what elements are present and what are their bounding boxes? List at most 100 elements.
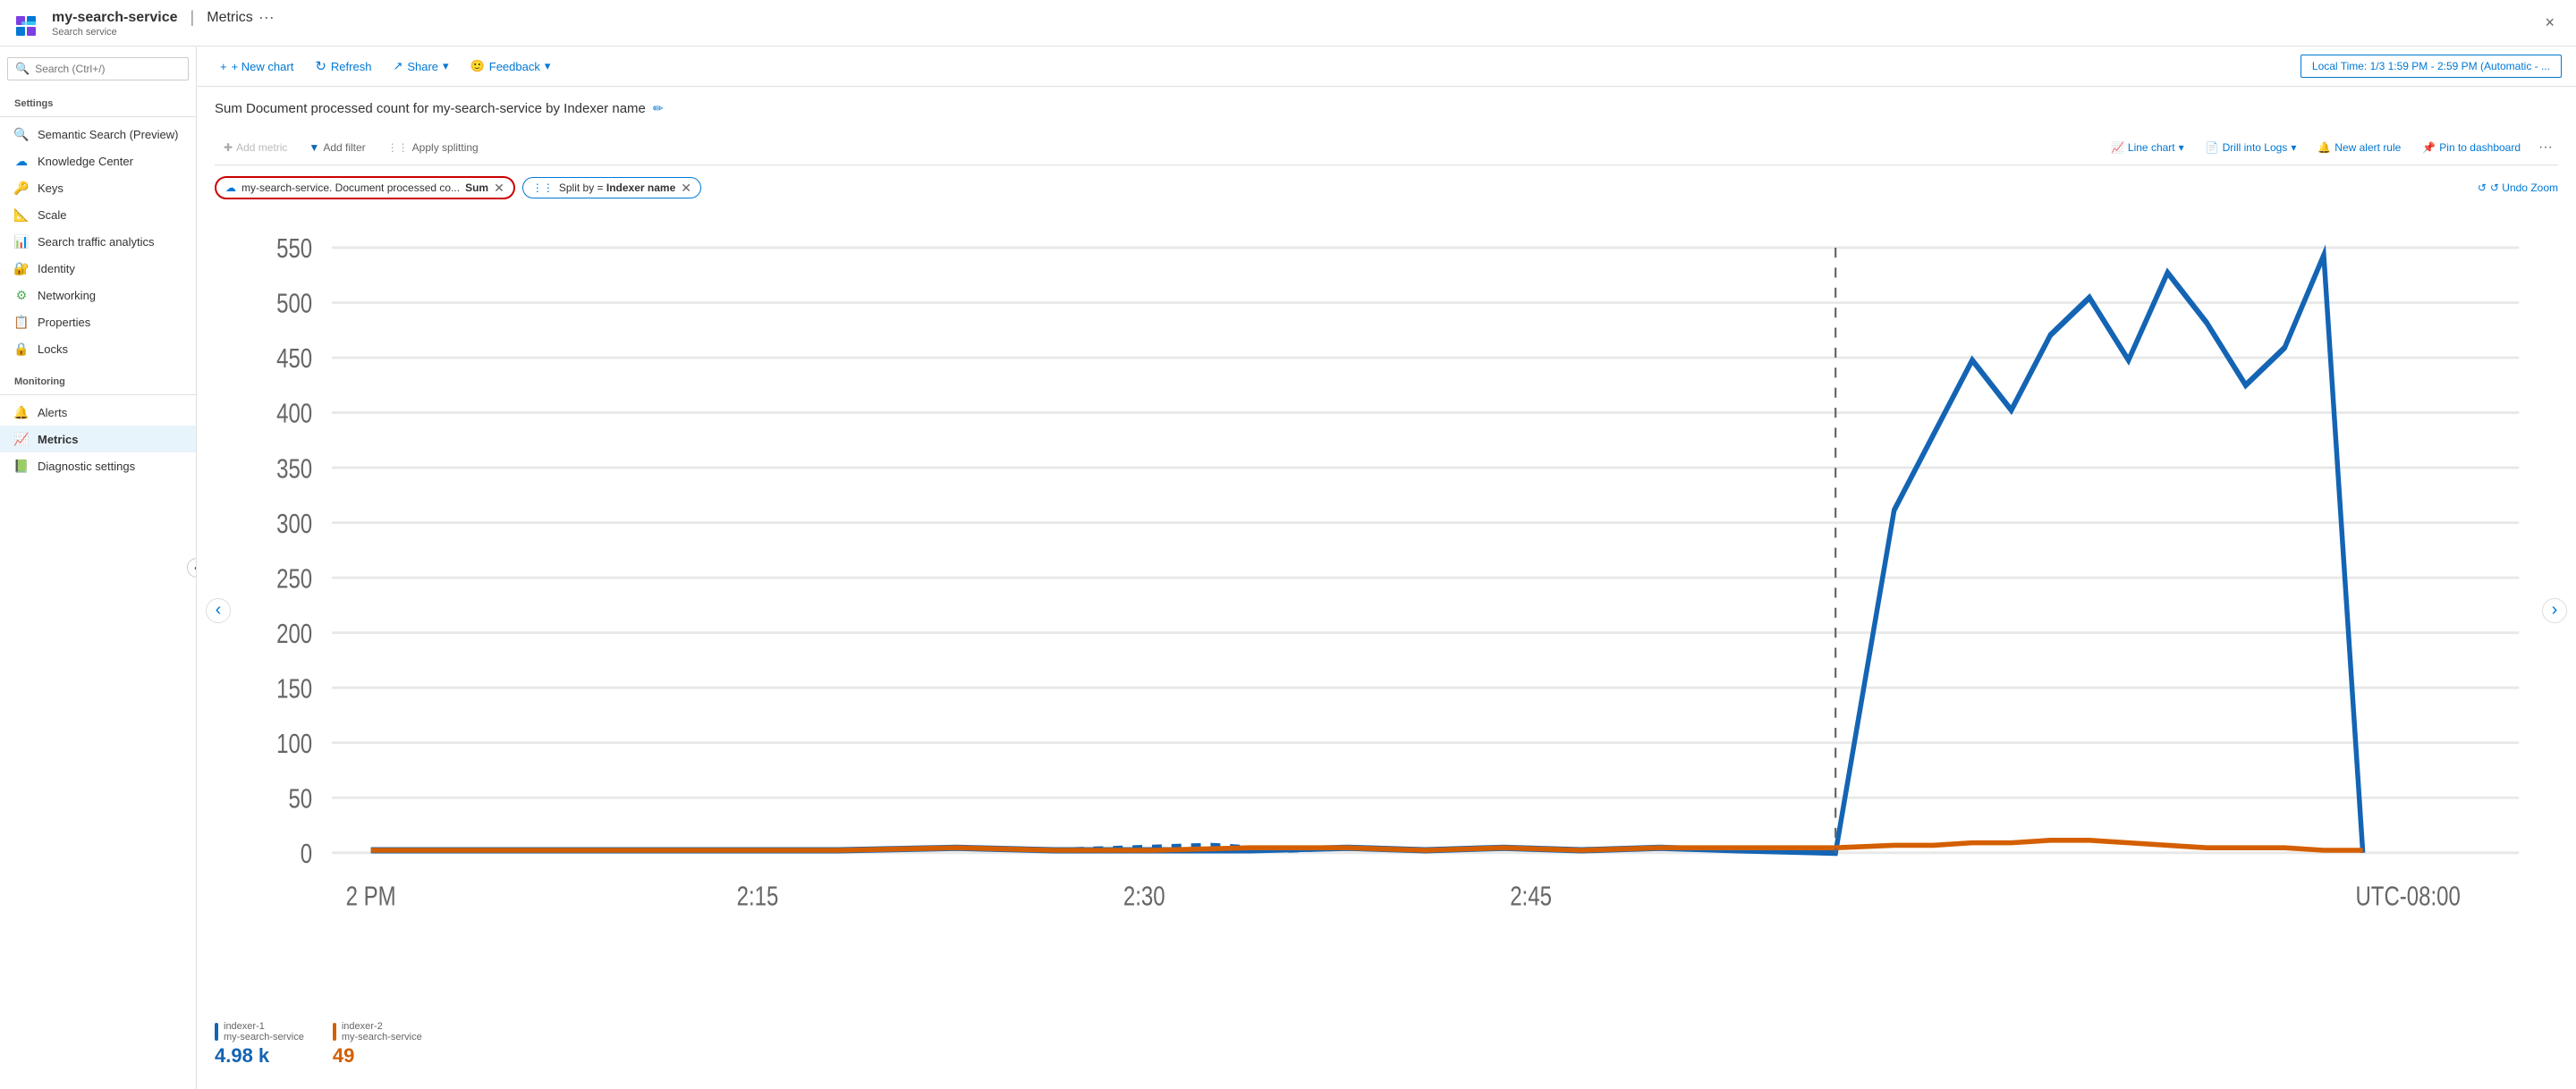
sidebar: 🔍 « Settings 🔍 Semantic Search (Preview)… — [0, 46, 197, 1089]
chart-nav-right-button[interactable]: › — [2542, 598, 2567, 623]
add-filter-label: Add filter — [323, 141, 365, 154]
scale-icon: 📐 — [14, 207, 29, 222]
split-pill[interactable]: ⋮⋮ Split by = Indexer name ✕ — [522, 177, 701, 198]
sidebar-item-semantic-search[interactable]: 🔍 Semantic Search (Preview) — [0, 121, 196, 148]
more-button[interactable]: ··· — [258, 8, 275, 27]
svg-text:2:45: 2:45 — [1510, 881, 1552, 912]
metric-pill-badge: Sum — [465, 182, 488, 194]
drill-into-logs-icon: 📄 — [2206, 141, 2219, 154]
share-dropdown-icon: ▾ — [443, 59, 449, 73]
svg-text:500: 500 — [276, 288, 312, 319]
chart-legend: indexer-1 my-search-service 4.98 k index… — [215, 1014, 2558, 1075]
page-title: Metrics — [207, 10, 253, 26]
legend-indexer-2-value: 49 — [333, 1044, 422, 1068]
search-traffic-icon: 📊 — [14, 234, 29, 249]
new-chart-button[interactable]: + + New chart — [211, 55, 302, 78]
metric-pill-remove[interactable]: ✕ — [494, 182, 504, 194]
undo-zoom-button[interactable]: ↺ ↺ Undo Zoom — [2478, 182, 2558, 194]
semantic-search-icon: 🔍 — [14, 127, 29, 141]
add-filter-button[interactable]: ▼ Add filter — [300, 138, 374, 157]
locks-label: Locks — [38, 342, 68, 356]
pin-to-dashboard-button[interactable]: 📌 Pin to dashboard — [2413, 138, 2529, 157]
chart-container: Sum Document processed count for my-sear… — [197, 87, 2576, 1089]
sidebar-item-metrics[interactable]: 📈 Metrics — [0, 426, 196, 452]
svg-text:2:15: 2:15 — [737, 881, 779, 912]
legend-indexer-1-name: indexer-1 — [224, 1021, 304, 1032]
search-input[interactable] — [35, 63, 181, 75]
sidebar-item-alerts[interactable]: 🔔 Alerts — [0, 399, 196, 426]
svg-text:100: 100 — [276, 728, 312, 759]
chart-wrapper: ‹ › .grid-line { stroke: #e8e8e8; stroke… — [215, 210, 2558, 1010]
svg-text:2 PM: 2 PM — [346, 881, 396, 912]
time-range-button[interactable]: Local Time: 1/3 1:59 PM - 2:59 PM (Autom… — [2301, 55, 2562, 78]
sidebar-item-properties[interactable]: 📋 Properties — [0, 308, 196, 335]
legend-indexer-2-name: indexer-2 — [342, 1021, 422, 1032]
diagnostic-settings-label: Diagnostic settings — [38, 460, 135, 473]
apply-splitting-label: Apply splitting — [412, 141, 479, 154]
sidebar-item-keys[interactable]: 🔑 Keys — [0, 174, 196, 201]
search-traffic-label: Search traffic analytics — [38, 235, 155, 249]
sidebar-item-networking[interactable]: ⚙ Networking — [0, 282, 196, 308]
sidebar-item-locks[interactable]: 🔒 Locks — [0, 335, 196, 362]
refresh-button[interactable]: ↻ Refresh — [306, 54, 380, 79]
alerts-label: Alerts — [38, 406, 67, 419]
legend-indexer-2-service: my-search-service — [342, 1032, 422, 1043]
legend-indexer-1-names: indexer-1 my-search-service — [224, 1021, 304, 1043]
settings-section-label: Settings — [0, 91, 196, 113]
knowledge-center-icon: ☁ — [14, 154, 29, 168]
svg-text:350: 350 — [276, 452, 312, 484]
share-button[interactable]: ↗ Share ▾ — [384, 55, 457, 78]
metrics-icon: 📈 — [14, 432, 29, 446]
content-area: + + New chart ↻ Refresh ↗ Share ▾ 🙂 Feed… — [197, 46, 2576, 1089]
sidebar-item-scale[interactable]: 📐 Scale — [0, 201, 196, 228]
service-icon — [14, 9, 43, 38]
edit-chart-icon[interactable]: ✏ — [653, 101, 664, 116]
networking-icon: ⚙ — [14, 288, 29, 302]
collapse-button[interactable]: « — [187, 558, 197, 578]
apply-splitting-icon: ⋮⋮ — [387, 141, 409, 154]
chart-nav-left-button[interactable]: ‹ — [206, 598, 231, 623]
search-box[interactable]: 🔍 — [7, 57, 189, 80]
legend-indexer-1-header: indexer-1 my-search-service — [215, 1021, 304, 1043]
close-button[interactable]: × — [2538, 10, 2562, 36]
sidebar-item-diagnostic-settings[interactable]: 📗 Diagnostic settings — [0, 452, 196, 479]
undo-zoom-label: ↺ Undo Zoom — [2490, 182, 2558, 194]
svg-text:2:30: 2:30 — [1123, 881, 1165, 912]
svg-text:250: 250 — [276, 562, 312, 594]
split-pill-remove[interactable]: ✕ — [681, 182, 691, 194]
identity-icon: 🔐 — [14, 261, 29, 275]
metric-pill[interactable]: ☁ my-search-service. Document processed … — [215, 176, 515, 199]
networking-label: Networking — [38, 289, 96, 302]
new-alert-rule-label: New alert rule — [2334, 141, 2401, 154]
locks-icon: 🔒 — [14, 342, 29, 356]
new-alert-rule-icon: 🔔 — [2318, 141, 2331, 154]
legend-item-indexer-1: indexer-1 my-search-service 4.98 k — [215, 1021, 304, 1068]
keys-icon: 🔑 — [14, 181, 29, 195]
metrics-more-button[interactable]: ··· — [2533, 136, 2558, 159]
alerts-icon: 🔔 — [14, 405, 29, 419]
new-alert-rule-button[interactable]: 🔔 New alert rule — [2309, 138, 2410, 157]
add-metric-button[interactable]: ✚ Add metric — [215, 138, 296, 157]
legend-indexer-2-names: indexer-2 my-search-service — [342, 1021, 422, 1043]
sidebar-item-knowledge-center[interactable]: ☁ Knowledge Center — [0, 148, 196, 174]
scale-label: Scale — [38, 208, 67, 222]
drill-dropdown-icon: ▾ — [2291, 141, 2296, 154]
drill-into-logs-button[interactable]: 📄 Drill into Logs ▾ — [2197, 138, 2306, 157]
new-chart-icon: + — [220, 60, 227, 73]
semantic-search-label: Semantic Search (Preview) — [38, 128, 179, 141]
feedback-button[interactable]: 🙂 Feedback ▾ — [462, 55, 560, 78]
line-chart-label: Line chart — [2128, 141, 2175, 154]
line-chart-icon: 📈 — [2111, 141, 2124, 154]
line-chart-button[interactable]: 📈 Line chart ▾ — [2102, 138, 2193, 157]
settings-divider — [0, 116, 196, 117]
sidebar-item-search-traffic[interactable]: 📊 Search traffic analytics — [0, 228, 196, 255]
keys-label: Keys — [38, 182, 64, 195]
split-pill-text: Split by = Indexer name — [559, 182, 675, 194]
svg-text:150: 150 — [276, 673, 312, 705]
new-chart-label: + New chart — [232, 60, 294, 73]
sidebar-item-identity[interactable]: 🔐 Identity — [0, 255, 196, 282]
apply-splitting-button[interactable]: ⋮⋮ Apply splitting — [378, 138, 487, 157]
monitoring-divider — [0, 394, 196, 395]
share-icon: ↗ — [393, 59, 402, 73]
feedback-label: Feedback — [489, 60, 540, 73]
